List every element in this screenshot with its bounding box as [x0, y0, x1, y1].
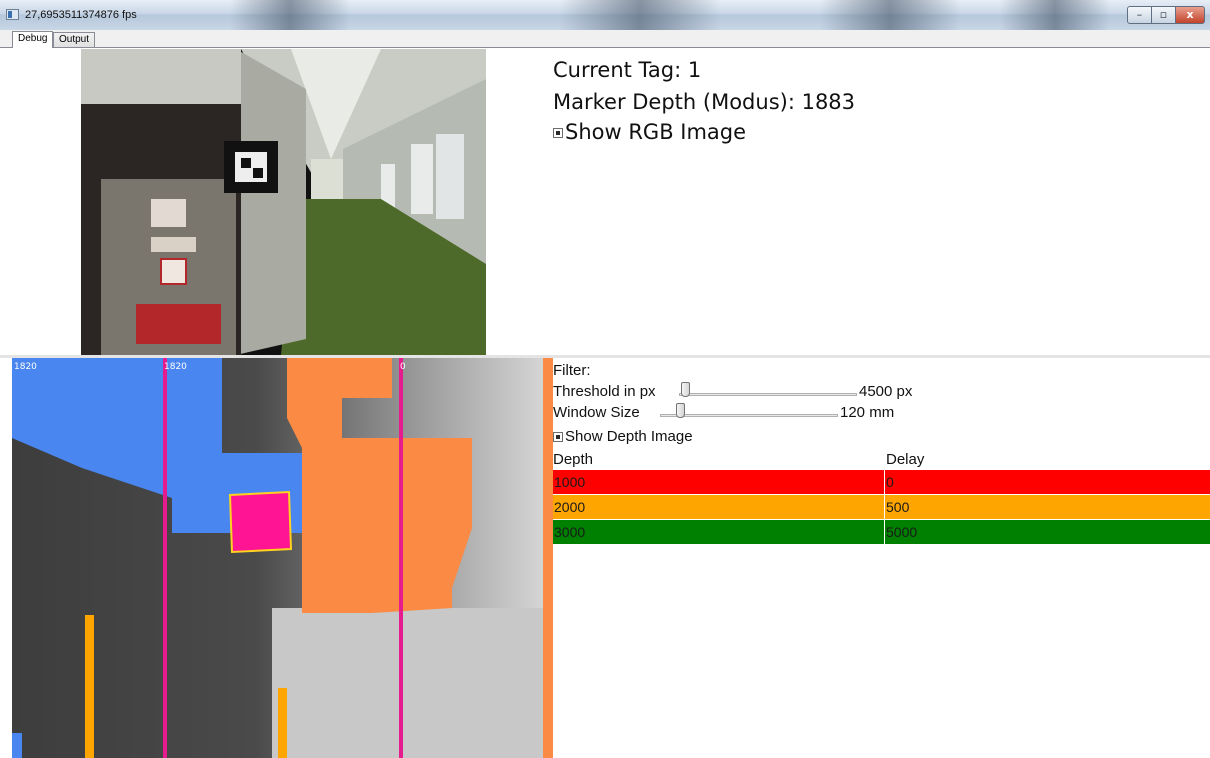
- show-rgb-checkbox[interactable]: Show RGB Image: [553, 120, 746, 144]
- door-sign: [151, 237, 196, 252]
- table-row[interactable]: 3000 5000: [553, 520, 1210, 544]
- upper-bricks: [81, 49, 241, 104]
- depth-scene: 1820 1820 0: [12, 358, 553, 758]
- checkbox-icon[interactable]: [553, 432, 563, 443]
- door-sign: [136, 304, 221, 344]
- table-row[interactable]: 2000 500: [553, 495, 1210, 519]
- rgb-camera-scene: [81, 49, 486, 355]
- rgb-camera-image: [81, 49, 486, 355]
- depth-column: [278, 688, 287, 758]
- threshold-value: 4500 px: [859, 383, 913, 400]
- threshold-slider-thumb[interactable]: [681, 382, 690, 397]
- window-size-label: Window Size: [553, 404, 640, 421]
- minimize-icon: –: [1136, 8, 1143, 21]
- table-row[interactable]: 1000 0: [553, 470, 1210, 494]
- close-button[interactable]: x: [1175, 6, 1205, 24]
- show-rgb-label: Show RGB Image: [565, 120, 747, 144]
- depth-image: 1820 1820 0: [12, 358, 553, 758]
- door-sign: [151, 199, 186, 227]
- threshold-label: Threshold in px: [553, 383, 656, 400]
- window-size-slider[interactable]: [660, 414, 838, 417]
- titlebar-glass-streak: [820, 0, 960, 30]
- brick-wall: [236, 49, 306, 355]
- filter-heading: Filter:: [553, 362, 591, 379]
- title-bar[interactable]: 27,6953511374876 fps – ▫ x: [0, 0, 1210, 31]
- aruco-marker-pattern: [241, 158, 251, 168]
- depth-column: [85, 615, 94, 758]
- titlebar-glass-streak: [560, 0, 720, 30]
- depth-label: 1820: [164, 362, 187, 372]
- door-sign: [160, 258, 187, 285]
- marker-depth-label: Marker Depth (Modus): 1883: [553, 90, 856, 114]
- poster: [411, 144, 433, 214]
- depth-line: [163, 358, 167, 758]
- depth-cell[interactable]: 3000: [553, 520, 884, 544]
- window-size-value: 120 mm: [840, 404, 895, 421]
- depth-orange-edge: [543, 358, 553, 758]
- tab-output[interactable]: Output: [53, 32, 96, 47]
- window-title: 27,6953511374876 fps: [25, 9, 137, 21]
- delay-cell[interactable]: 500: [884, 495, 1210, 519]
- maximize-icon: ▫: [1159, 8, 1168, 21]
- window-size-slider-thumb[interactable]: [676, 403, 685, 418]
- delay-cell[interactable]: 5000: [884, 520, 1210, 544]
- checkbox-icon[interactable]: [553, 128, 563, 138]
- app-icon[interactable]: [6, 9, 19, 20]
- depth-floor: [272, 608, 553, 758]
- show-depth-label: Show Depth Image: [565, 428, 693, 445]
- minimize-button[interactable]: –: [1127, 6, 1152, 24]
- titlebar-glass-streak: [1000, 0, 1110, 30]
- depth-cell[interactable]: 1000: [553, 470, 884, 494]
- depth-blue-edge: [12, 733, 22, 758]
- delay-cell[interactable]: 0: [884, 470, 1210, 494]
- maximize-button[interactable]: ▫: [1151, 6, 1176, 24]
- tab-debug[interactable]: Debug: [12, 31, 54, 48]
- depth-label: 1820: [14, 362, 37, 372]
- column-header-delay[interactable]: Delay: [886, 451, 924, 468]
- titlebar-glass-streak: [230, 0, 350, 30]
- threshold-slider[interactable]: [679, 393, 857, 396]
- poster: [436, 134, 464, 219]
- depth-cell[interactable]: 2000: [553, 495, 884, 519]
- depth-label: 0: [400, 362, 406, 372]
- column-header-depth[interactable]: Depth: [553, 451, 593, 468]
- show-depth-checkbox[interactable]: Show Depth Image: [553, 428, 693, 445]
- depth-line: [399, 358, 403, 758]
- detected-marker: [228, 490, 293, 554]
- tab-strip: Debug Output: [0, 30, 1210, 48]
- close-icon: x: [1186, 8, 1194, 21]
- current-tag-label: Current Tag: 1: [553, 58, 702, 82]
- aruco-marker-pattern: [253, 168, 263, 178]
